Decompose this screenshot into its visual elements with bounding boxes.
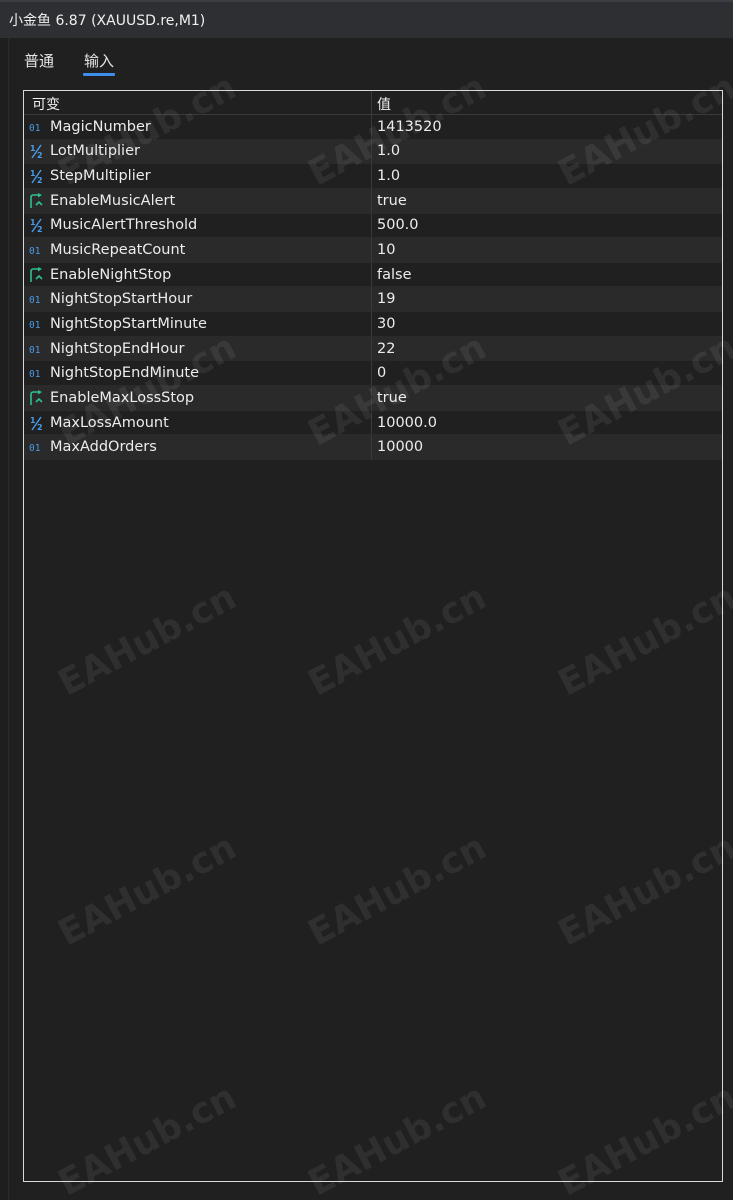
row-variable-cell[interactable]: 01 NightStopStartHour (24, 287, 372, 312)
row-value-cell[interactable]: 1.0 (372, 168, 722, 184)
row-variable-cell[interactable]: 01 NightStopStartMinute (24, 312, 372, 336)
svg-text:01: 01 (29, 443, 41, 453)
tab-common[interactable]: 普通 (23, 48, 55, 76)
int-icon: 01 (28, 438, 46, 456)
grid-header: 可变 值 (24, 91, 722, 115)
table-row[interactable]: 1 2 MusicAlertThreshold 500.0 (24, 213, 722, 239)
table-row[interactable]: EnableMaxLossStop true (24, 386, 722, 411)
row-value-cell[interactable]: 0 (372, 365, 722, 381)
svg-text:1: 1 (30, 169, 36, 178)
row-variable-name: MaxLossAmount (50, 414, 169, 431)
row-value-cell[interactable]: 1.0 (372, 143, 722, 159)
svg-text:01: 01 (29, 345, 41, 355)
row-variable-cell[interactable]: 1 2 StepMultiplier (24, 164, 372, 188)
row-variable-cell[interactable]: EnableNightStop (24, 262, 372, 287)
row-variable-name: NightStopStartMinute (50, 315, 207, 332)
row-variable-cell[interactable]: 01 MagicNumber (24, 115, 372, 139)
tab-bar: 普通 输入 (23, 48, 116, 78)
window-title: 小金鱼 6.87 (XAUUSD.re,M1) (9, 13, 206, 29)
row-variable-cell[interactable]: EnableMaxLossStop (24, 386, 372, 410)
column-header-variable[interactable]: 可变 (24, 91, 372, 114)
row-variable-name: MagicNumber (50, 118, 151, 135)
row-value-cell[interactable]: 1413520 (372, 119, 722, 135)
table-row[interactable]: 01 NightStopStartHour 19 (24, 287, 722, 313)
row-variable-name: NightStopEndMinute (50, 365, 200, 382)
row-variable-cell[interactable]: 01 NightStopEndHour (24, 336, 372, 361)
svg-text:01: 01 (29, 320, 41, 330)
row-variable-cell[interactable]: 1 2 LotMultiplier (24, 139, 372, 164)
row-value-cell[interactable]: 19 (372, 291, 722, 307)
row-value-cell[interactable]: 10 (372, 242, 722, 258)
table-row[interactable]: EnableMusicAlert true (24, 188, 722, 214)
bool-icon (28, 192, 46, 210)
row-value-cell[interactable]: 10000.0 (372, 415, 722, 431)
dialog-frame: 普通 输入 可变 值 01 MagicNumber 1413520 1 2 LotMult… (8, 38, 733, 1200)
svg-text:2: 2 (37, 225, 43, 233)
table-row[interactable]: 01 NightStopEndHour 22 (24, 336, 722, 362)
row-variable-name: NightStopEndHour (50, 340, 185, 357)
int-icon: 01 (28, 118, 46, 136)
row-variable-name: EnableMaxLossStop (50, 389, 195, 406)
row-value-cell[interactable]: 22 (372, 341, 722, 357)
int-icon: 01 (28, 364, 46, 382)
svg-text:1: 1 (30, 144, 36, 153)
grid-rows: 01 MagicNumber 1413520 1 2 LotMultiplier 1.0 1 2… (24, 115, 722, 460)
row-variable-name: EnableMusicAlert (50, 192, 176, 209)
table-row[interactable]: 1 2 MaxLossAmount 10000.0 (24, 410, 722, 436)
int-icon: 01 (28, 340, 46, 358)
svg-text:2: 2 (37, 176, 43, 184)
row-variable-cell[interactable]: 01 MusicRepeatCount (24, 238, 372, 262)
bool-icon (28, 389, 46, 407)
svg-text:2: 2 (37, 423, 43, 431)
table-row[interactable]: EnableNightStop false (24, 262, 722, 288)
svg-text:1: 1 (30, 218, 36, 227)
row-variable-cell[interactable]: 01 MaxAddOrders (24, 435, 372, 459)
row-value-cell[interactable]: 30 (372, 316, 722, 332)
row-variable-cell[interactable]: 01 NightStopEndMinute (24, 361, 372, 386)
double-icon: 12 (28, 142, 46, 160)
window-titlebar: 小金鱼 6.87 (XAUUSD.re,M1) (0, 0, 733, 38)
row-variable-name: MaxAddOrders (50, 439, 157, 456)
inputs-grid: 可变 值 01 MagicNumber 1413520 1 2 LotMultiplier… (23, 90, 723, 1182)
svg-text:01: 01 (29, 246, 41, 256)
row-variable-name: NightStopStartHour (50, 291, 193, 308)
table-row[interactable]: 01 MusicRepeatCount 10 (24, 238, 722, 263)
table-row[interactable]: 01 NightStopEndMinute 0 (24, 361, 722, 387)
table-row[interactable]: 01 NightStopStartMinute 30 (24, 312, 722, 337)
row-variable-name: StepMultiplier (50, 168, 151, 185)
double-icon: 12 (28, 216, 46, 234)
double-icon: 12 (28, 414, 46, 432)
double-icon: 12 (28, 167, 46, 185)
row-value-cell[interactable]: 10000 (372, 439, 722, 455)
row-variable-cell[interactable]: EnableMusicAlert (24, 188, 372, 213)
row-value-cell[interactable]: 500.0 (372, 217, 722, 233)
svg-text:1: 1 (30, 416, 36, 425)
int-icon: 01 (28, 290, 46, 308)
table-row[interactable]: 01 MagicNumber 1413520 (24, 115, 722, 140)
table-row[interactable]: 1 2 LotMultiplier 1.0 (24, 139, 722, 165)
row-value-cell[interactable]: false (372, 267, 722, 283)
row-variable-name: MusicRepeatCount (50, 242, 186, 259)
bool-icon (28, 266, 46, 284)
svg-text:01: 01 (29, 295, 41, 305)
row-value-cell[interactable]: true (372, 390, 722, 406)
row-value-cell[interactable]: true (372, 193, 722, 209)
row-variable-cell[interactable]: 1 2 MusicAlertThreshold (24, 213, 372, 238)
int-icon: 01 (28, 241, 46, 259)
svg-text:2: 2 (37, 151, 43, 159)
row-variable-cell[interactable]: 1 2 MaxLossAmount (24, 410, 372, 435)
column-header-value[interactable]: 值 (372, 91, 722, 114)
row-variable-name: MusicAlertThreshold (50, 217, 198, 234)
row-variable-name: LotMultiplier (50, 143, 140, 160)
tab-inputs[interactable]: 输入 (83, 48, 116, 76)
table-row[interactable]: 1 2 StepMultiplier 1.0 (24, 164, 722, 189)
int-icon: 01 (28, 315, 46, 333)
table-row[interactable]: 01 MaxAddOrders 10000 (24, 435, 722, 460)
svg-text:01: 01 (29, 369, 41, 379)
svg-text:01: 01 (29, 123, 41, 133)
row-variable-name: EnableNightStop (50, 266, 172, 283)
